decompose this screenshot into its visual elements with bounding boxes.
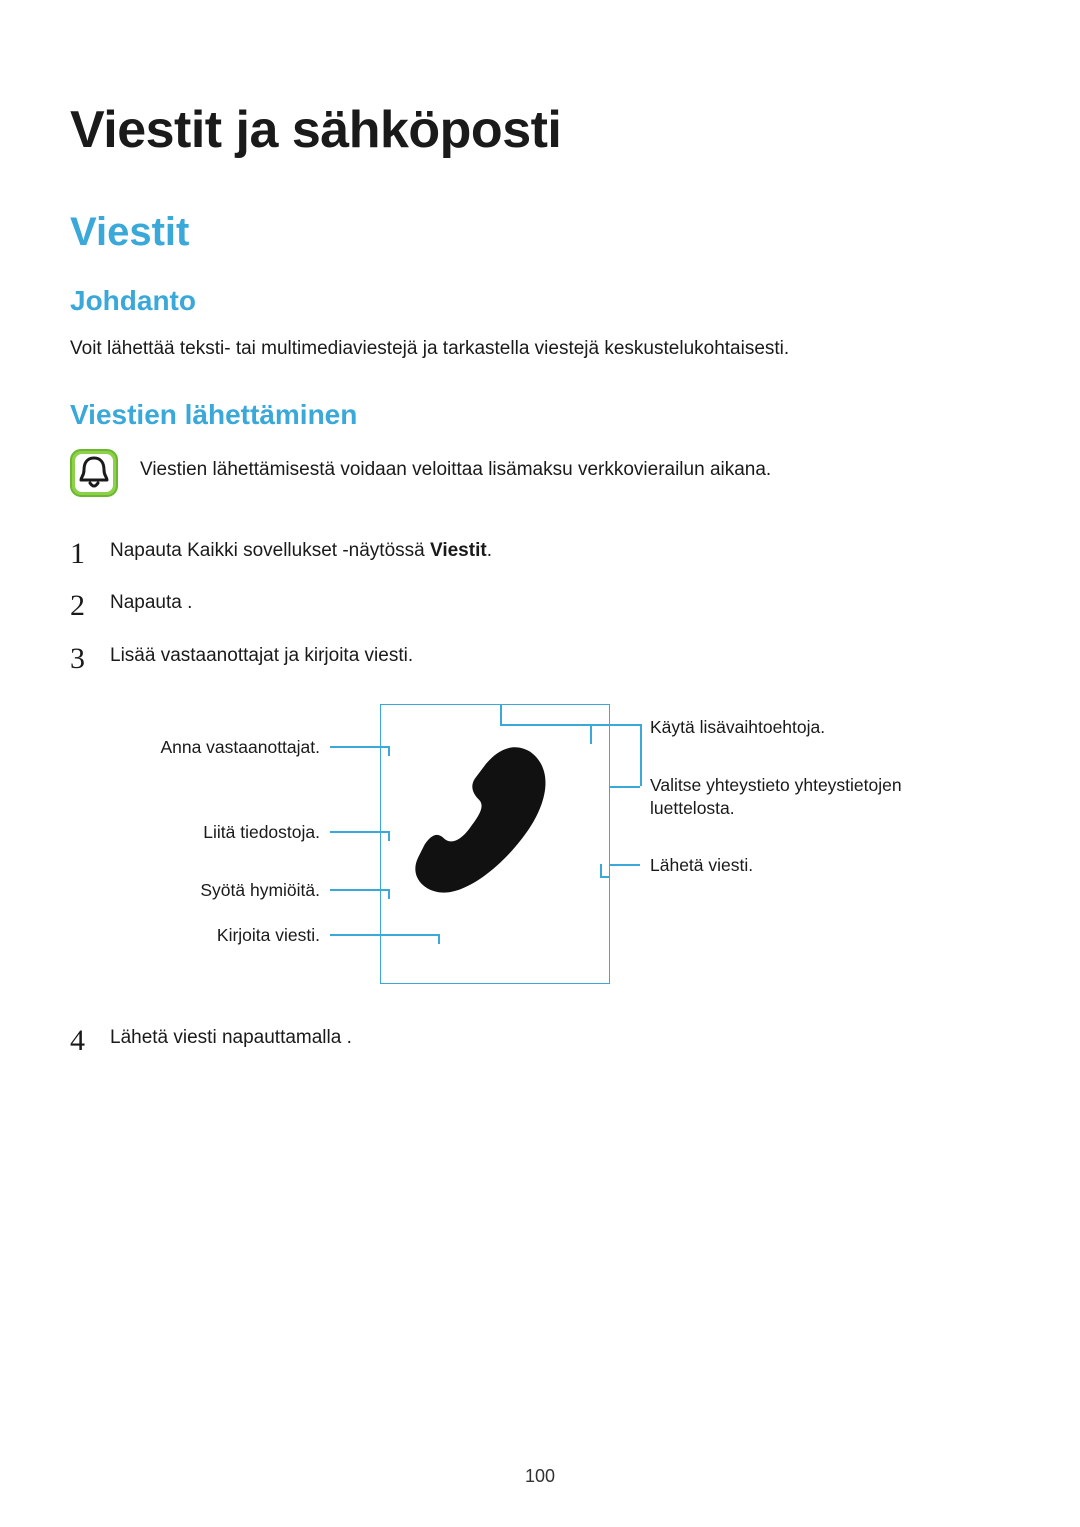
step-3: Lisää vastaanottajat ja kirjoita viesti. — [70, 642, 1010, 671]
label-select-contact: Valitse yhteystieto yhteystietojen luett… — [650, 774, 910, 820]
steps-list-cont: Lähetä viesti napauttamalla . — [70, 1024, 1010, 1053]
intro-heading: Johdanto — [70, 285, 1010, 317]
section-heading: Viestit — [70, 210, 1010, 255]
sending-heading: Viestien lähettäminen — [70, 399, 1010, 431]
page-number: 100 — [0, 1466, 1080, 1487]
step-1-pre: Napauta Kaikki sovellukset -näytössä — [110, 540, 430, 561]
step-2: Napauta . — [70, 589, 1010, 618]
step-1-bold: Viestit — [430, 540, 487, 561]
note-callout: Viestien lähettämisestä voidaan veloitta… — [70, 449, 1010, 497]
step-1: Napauta Kaikki sovellukset -näytössä Vie… — [70, 537, 1010, 566]
note-text: Viestien lähettämisestä voidaan veloitta… — [140, 449, 771, 481]
label-emoji: Syötä hymiöitä. — [150, 879, 320, 902]
page-title: Viestit ja sähköposti — [70, 100, 1010, 160]
bell-icon — [70, 449, 118, 497]
label-write: Kirjoita viesti. — [150, 924, 320, 947]
label-more-options: Käytä lisävaihtoehtoja. — [650, 716, 900, 739]
label-send: Lähetä viesti. — [650, 854, 900, 877]
label-recipients: Anna vastaanottajat. — [150, 736, 320, 759]
phone-handset-icon — [415, 739, 575, 899]
label-attach: Liitä tiedostoja. — [150, 821, 320, 844]
steps-list: Napauta Kaikki sovellukset -näytössä Vie… — [70, 537, 1010, 671]
step-1-post: . — [487, 540, 492, 561]
intro-text: Voit lähettää teksti- tai multimediavies… — [70, 335, 1010, 364]
compose-diagram: Anna vastaanottajat. Liitä tiedostoja. S… — [130, 694, 910, 1004]
step-4: Lähetä viesti napauttamalla . — [70, 1024, 1010, 1053]
